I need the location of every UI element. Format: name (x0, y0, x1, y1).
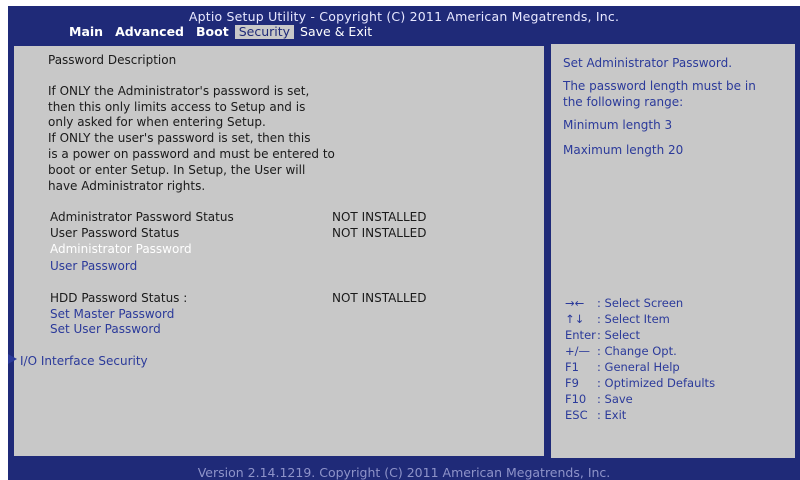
hdd-password-status-label: HDD Password Status : (50, 291, 188, 305)
help-text-line: Maximum length 20 (563, 143, 684, 157)
key-desc: : Select (597, 328, 641, 342)
key-desc: : Select Screen (597, 296, 684, 310)
description-title: Password Description (48, 53, 177, 67)
title-bar: Aptio Setup Utility - Copyright (C) 2011… (8, 6, 800, 39)
key-label: +/— (565, 344, 591, 358)
tab-security[interactable]: Security (234, 25, 295, 39)
tab-advanced[interactable]: Advanced (109, 25, 190, 39)
key-desc: : Save (597, 392, 633, 406)
help-text-line: Minimum length 3 (563, 118, 673, 132)
key-label: ESC (565, 408, 588, 422)
tab-boot[interactable]: Boot (190, 25, 235, 39)
footer-bar: Version 2.14.1219. Copyright (C) 2011 Am… (8, 464, 800, 480)
admin-password-status-value: NOT INSTALLED (332, 210, 427, 224)
set-user-password-item[interactable]: Set User Password (50, 322, 161, 336)
key-desc: : General Help (597, 360, 680, 374)
user-password-status-label: User Password Status (50, 226, 180, 240)
help-text-line: the following range: (563, 95, 684, 109)
description-line: is a power on password and must be enter… (48, 147, 335, 161)
admin-password-status-label: Administrator Password Status (50, 210, 234, 224)
app-title: Aptio Setup Utility - Copyright (C) 2011… (188, 9, 620, 24)
description-line: have Administrator rights. (48, 179, 206, 193)
description-line: If ONLY the Administrator's password is … (48, 84, 310, 98)
user-password-status-value: NOT INSTALLED (332, 226, 427, 240)
description-line: then this only limits access to Setup an… (48, 100, 306, 114)
description-line: If ONLY the user's password is set, then… (48, 131, 311, 145)
key-desc: : Optimized Defaults (597, 376, 716, 390)
tab-save-exit[interactable]: Save & Exit (294, 25, 378, 39)
key-desc: : Change Opt. (597, 344, 677, 358)
version-text: Version 2.14.1219. Copyright (C) 2011 Am… (197, 465, 611, 480)
left-right-arrow-icon: →← (565, 296, 585, 310)
key-label: F9 (565, 376, 579, 390)
key-desc: : Select Item (597, 312, 670, 326)
admin-password-item[interactable]: Administrator Password (50, 242, 192, 256)
up-down-arrow-icon: ↑↓ (565, 312, 585, 326)
description-line: only asked for when entering Setup. (48, 115, 266, 129)
key-label: F1 (565, 360, 579, 374)
key-label: Enter (565, 328, 596, 342)
io-interface-security-item[interactable]: I/O Interface Security (20, 354, 148, 368)
description-line: boot or enter Setup. In Setup, the User … (48, 163, 306, 177)
tab-bar: Main Advanced Boot Security Save & Exit (63, 25, 378, 39)
help-text-line: The password length must be in (563, 79, 756, 93)
user-password-item[interactable]: User Password (50, 259, 137, 273)
key-label: F10 (565, 392, 587, 406)
help-text-line: Set Administrator Password. (563, 56, 733, 70)
tab-main[interactable]: Main (63, 25, 109, 39)
submenu-arrow-icon (8, 354, 17, 364)
hdd-password-status-value: NOT INSTALLED (332, 291, 427, 305)
key-desc: : Exit (597, 408, 627, 422)
set-master-password-item[interactable]: Set Master Password (50, 307, 174, 321)
